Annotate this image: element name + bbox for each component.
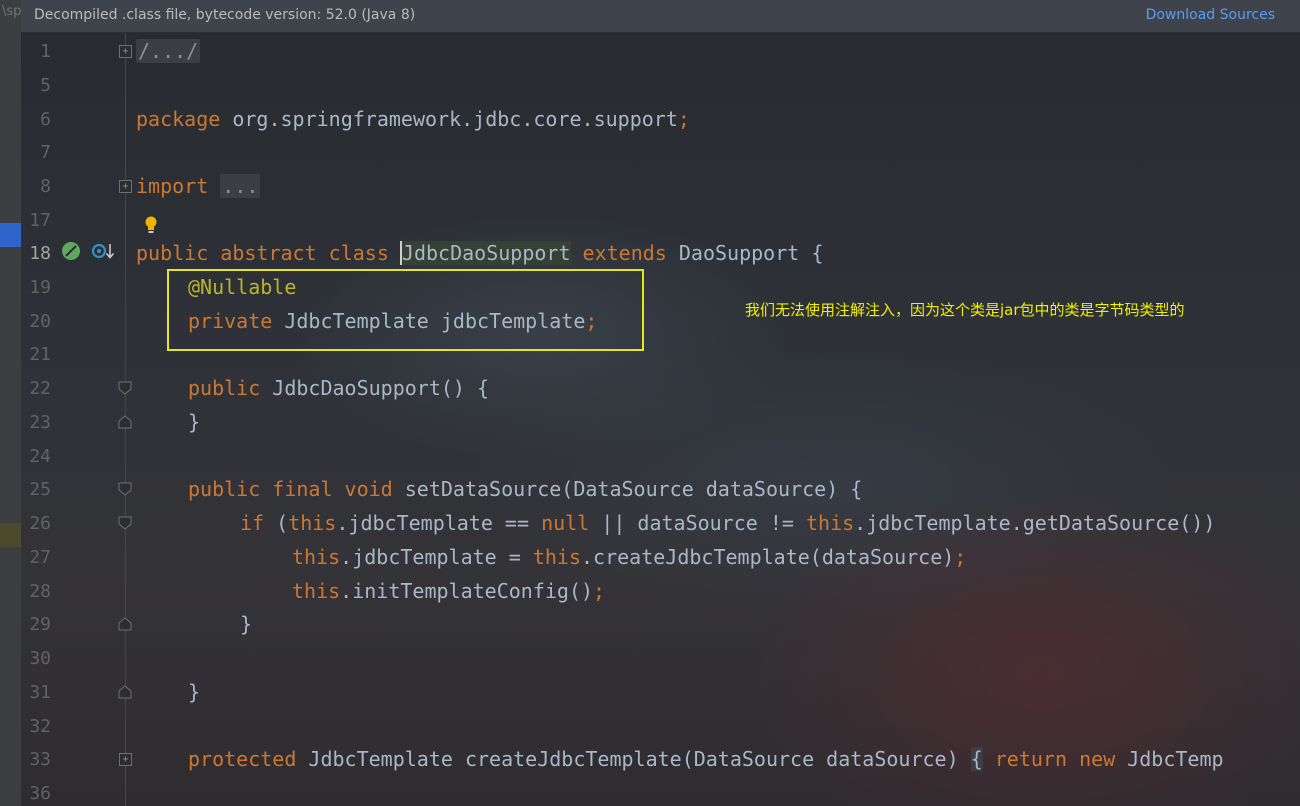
fold-end-icon[interactable] bbox=[118, 415, 132, 429]
code-line: 27 this.jdbcTemplate = this.createJdbcTe… bbox=[21, 540, 1300, 574]
code-line: 6 package org.springframework.jdbc.core.… bbox=[21, 102, 1300, 136]
annotation-highlight-box bbox=[167, 269, 644, 351]
line-number: 23 bbox=[29, 412, 51, 433]
code-line: 18 public abstract class JdbcDaoSupport … bbox=[21, 236, 1300, 270]
line-number: 32 bbox=[29, 716, 51, 737]
code-text: public abstract class JdbcDaoSupport ext… bbox=[136, 241, 824, 265]
code-text: } bbox=[188, 410, 201, 434]
code-text: if (this.jdbcTemplate == null || dataSou… bbox=[240, 511, 1216, 535]
line-number: 36 bbox=[29, 783, 51, 804]
code-line: 26 if (this.jdbcTemplate == null || data… bbox=[21, 506, 1300, 540]
line-number: 31 bbox=[29, 682, 51, 703]
project-tree-selection[interactable] bbox=[0, 223, 21, 247]
code-editor[interactable]: 1 + /.../ 5 6 package org.springframewor… bbox=[21, 33, 1300, 806]
code-text: package org.springframework.jdbc.core.su… bbox=[136, 107, 690, 131]
code-line: 1 + /.../ bbox=[21, 34, 1300, 68]
line-number: 29 bbox=[29, 614, 51, 635]
collapsed-header-comment[interactable]: /.../ bbox=[136, 39, 201, 63]
line-number: 28 bbox=[29, 581, 51, 602]
collapsed-imports[interactable]: ... bbox=[220, 174, 261, 198]
code-line: 17 bbox=[21, 203, 1300, 237]
code-text: this.jdbcTemplate = this.createJdbcTempl… bbox=[292, 545, 967, 569]
project-tree-marker bbox=[0, 523, 21, 547]
code-line: 31 } bbox=[21, 675, 1300, 709]
project-panel-edge: \sp bbox=[0, 0, 21, 806]
code-line: 32 bbox=[21, 709, 1300, 743]
spring-bean-icon[interactable] bbox=[61, 241, 81, 261]
code-text: protected JdbcTemplate createJdbcTemplat… bbox=[188, 747, 1224, 771]
project-path-fragment: \sp bbox=[2, 4, 21, 19]
line-number: 21 bbox=[29, 344, 51, 365]
code-text: /.../ bbox=[136, 39, 201, 63]
line-number: 8 bbox=[40, 176, 51, 197]
line-number: 20 bbox=[29, 311, 51, 332]
fold-end-icon[interactable] bbox=[118, 617, 132, 631]
code-line: 24 bbox=[21, 439, 1300, 473]
line-number: 19 bbox=[29, 277, 51, 298]
code-text: this.initTemplateConfig(); bbox=[292, 579, 606, 603]
lightbulb-icon[interactable] bbox=[144, 216, 158, 234]
fold-end-icon[interactable] bbox=[118, 685, 132, 699]
line-number: 22 bbox=[29, 378, 51, 399]
code-line: 5 bbox=[21, 68, 1300, 102]
code-text: public final void setDataSource(DataSour… bbox=[188, 477, 863, 501]
line-number: 24 bbox=[29, 446, 51, 467]
fold-expand-icon[interactable]: + bbox=[119, 45, 132, 58]
code-text: } bbox=[240, 612, 253, 636]
line-18-gutter-icons bbox=[61, 241, 115, 265]
override-down-icon[interactable] bbox=[91, 241, 115, 261]
code-text: import ... bbox=[136, 174, 261, 198]
line-number: 33 bbox=[29, 749, 51, 770]
line-number: 30 bbox=[29, 648, 51, 669]
code-line: 33 + protected JdbcTemplate createJdbcTe… bbox=[21, 742, 1300, 776]
fold-expand-icon[interactable]: + bbox=[119, 753, 132, 766]
code-line: 23 } bbox=[21, 405, 1300, 439]
line-number: 1 bbox=[40, 41, 51, 62]
line-number: 27 bbox=[29, 547, 51, 568]
line-number: 6 bbox=[40, 109, 51, 130]
code-line: 22 public JdbcDaoSupport() { bbox=[21, 371, 1300, 405]
code-line: 29 } bbox=[21, 607, 1300, 641]
code-line: 7 bbox=[21, 135, 1300, 169]
line-number: 26 bbox=[29, 513, 51, 534]
line-number: 5 bbox=[40, 75, 51, 96]
code-text: } bbox=[188, 680, 201, 704]
fold-collapse-icon[interactable] bbox=[118, 516, 132, 530]
code-line: 30 bbox=[21, 641, 1300, 675]
fold-collapse-icon[interactable] bbox=[118, 381, 132, 395]
code-text: public JdbcDaoSupport() { bbox=[188, 376, 490, 400]
line-number: 7 bbox=[40, 142, 51, 163]
decompiled-banner: Decompiled .class file, bytecode version… bbox=[21, 0, 1300, 33]
bytecode-info-text: Decompiled .class file, bytecode version… bbox=[34, 7, 416, 23]
line-number: 25 bbox=[29, 479, 51, 500]
fold-collapse-icon[interactable] bbox=[118, 482, 132, 496]
code-line: 36 bbox=[21, 776, 1300, 806]
line-number: 18 bbox=[29, 243, 51, 264]
annotation-note: 我们无法使用注解注入，因为这个类是jar包中的类是字节码类型的 bbox=[745, 301, 1185, 319]
code-line: 28 this.initTemplateConfig(); bbox=[21, 574, 1300, 608]
download-sources-link[interactable]: Download Sources bbox=[1146, 7, 1275, 23]
line-number: 17 bbox=[29, 210, 51, 231]
code-line: 8 + import ... bbox=[21, 169, 1300, 203]
code-line: 25 public final void setDataSource(DataS… bbox=[21, 472, 1300, 506]
fold-expand-icon[interactable]: + bbox=[119, 180, 132, 193]
